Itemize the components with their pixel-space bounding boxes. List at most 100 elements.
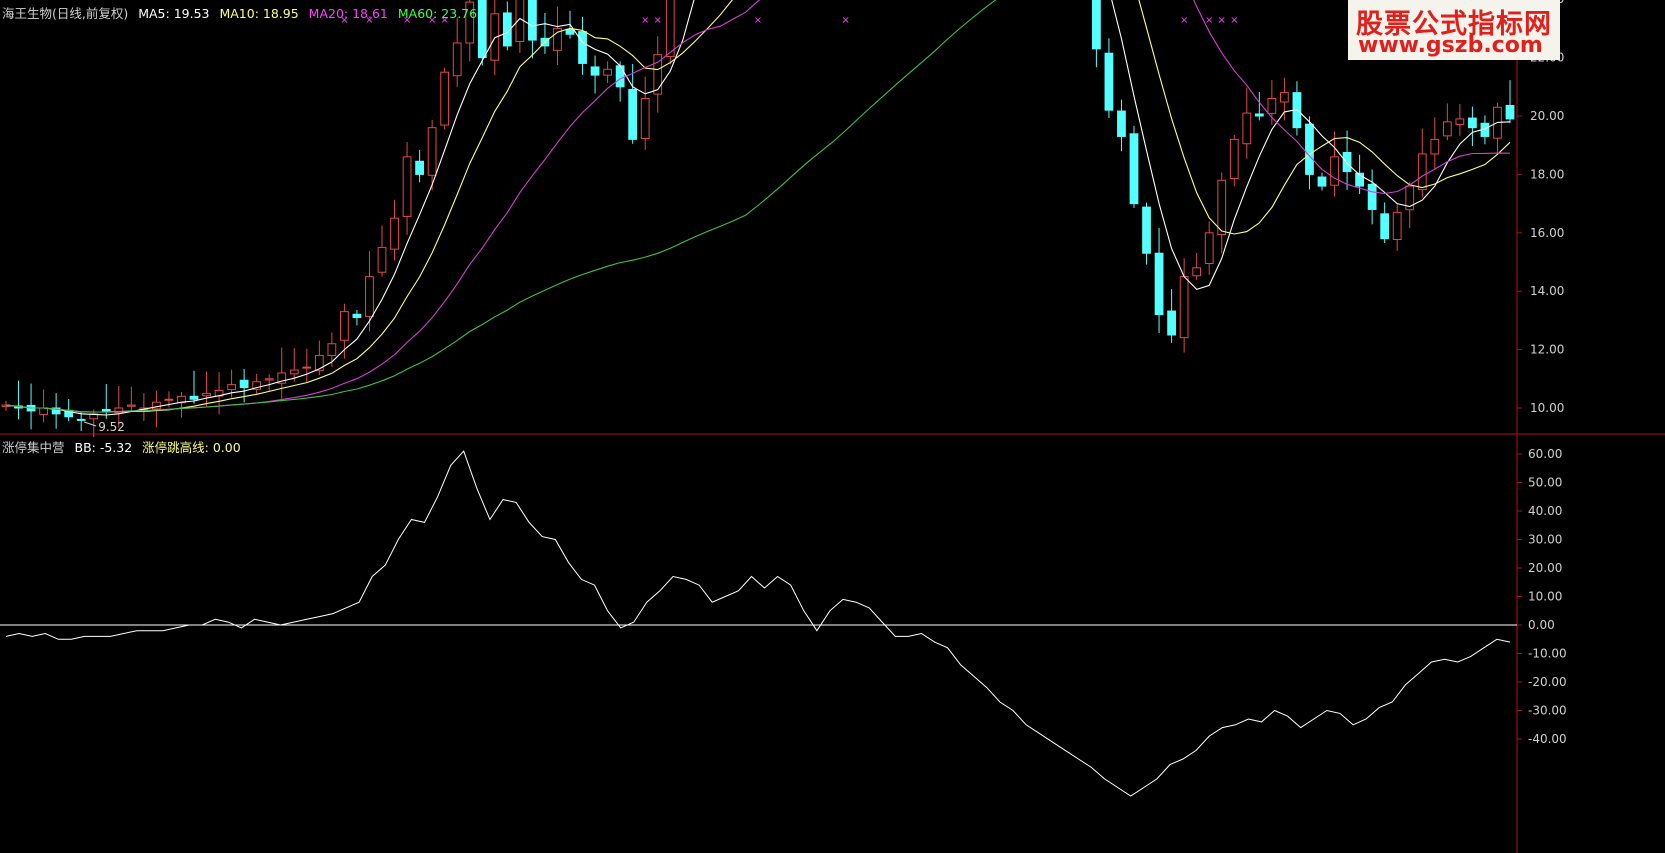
candle[interactable] [26,383,36,430]
candle[interactable] [590,55,600,94]
candle[interactable] [289,348,299,382]
candle[interactable] [628,64,638,144]
candle[interactable] [1179,258,1189,353]
candle[interactable] [640,76,650,150]
candle[interactable] [1167,289,1176,343]
candle[interactable] [1217,172,1227,253]
candle[interactable] [1117,99,1126,152]
candle[interactable] [1392,204,1402,251]
candle[interactable] [1204,221,1214,275]
candle-body [202,392,211,397]
candle-body [1267,97,1277,114]
candle[interactable] [578,16,587,75]
signal-marker: × [754,15,762,26]
candle[interactable] [365,251,374,332]
candle[interactable] [1455,104,1465,136]
candle[interactable] [340,303,349,359]
candle-body [665,0,675,57]
candle[interactable] [1430,117,1440,169]
candle[interactable] [1129,125,1139,208]
candle[interactable] [264,374,274,392]
price-tick-label: 20.00 [1530,109,1564,123]
candle[interactable] [1330,131,1339,197]
candle[interactable] [615,61,625,102]
candle[interactable] [1292,81,1302,136]
candle-body [452,42,462,77]
candle[interactable] [415,149,424,183]
candle[interactable] [502,1,512,51]
candle[interactable] [1317,172,1327,191]
candle[interactable] [1104,38,1114,119]
candle-body [1217,179,1227,236]
candle-body [440,71,450,126]
candle[interactable] [352,309,362,326]
watermark-url: www.gszb.com [1358,33,1543,58]
candle-body [1367,183,1377,210]
price-axis: 10.0012.0014.0016.0018.0020.0022.0024.00… [1517,0,1564,415]
main-legend: 海王生物(日线,前复权) MA5: 19.53 MA10: 18.95 MA20… [2,3,483,21]
candle[interactable] [390,199,399,261]
candle[interactable] [1192,252,1202,281]
candle[interactable] [277,347,287,402]
candle[interactable] [302,348,312,383]
indicator-tick-label: -30.00 [1528,704,1567,718]
candle[interactable] [202,371,211,408]
candle[interactable] [427,119,437,191]
candle[interactable] [1380,202,1390,244]
candle[interactable] [189,370,199,404]
candle-body [340,311,349,341]
signal-marker: × [1180,15,1188,26]
candle[interactable] [1242,87,1252,159]
indicator-name: 涨停集中营 [2,440,65,455]
candle[interactable] [603,61,612,84]
ma20-label: MA20: 18.61 [308,6,388,21]
candle-body [427,127,437,176]
stock-chart[interactable]: 10.0012.0014.0016.0018.0020.0022.0024.00… [0,0,1665,853]
candle-body [640,97,650,139]
candle[interactable] [14,380,23,420]
candle[interactable] [528,0,537,59]
candle[interactable] [39,389,48,423]
candle-body [390,217,399,250]
bb-line [5,450,1511,797]
candle[interactable] [152,390,161,428]
candle[interactable] [540,12,550,54]
site-watermark: 股票公式指标网 www.gszb.com [1348,0,1560,60]
price-tick-label: 10.00 [1530,401,1564,415]
indicator-tick-label: -20.00 [1528,675,1567,689]
candle[interactable] [126,386,136,411]
candle-body [578,31,587,64]
candle[interactable] [139,393,149,421]
signal-marker: × [842,15,850,26]
signal-marker: × [654,15,662,26]
candle[interactable] [1092,0,1101,68]
candle[interactable] [1442,103,1452,141]
candle[interactable] [1505,80,1515,124]
candle-body [1505,104,1515,120]
candle[interactable] [1468,106,1477,147]
candle[interactable] [402,141,412,235]
candle[interactable] [89,409,99,438]
candle[interactable] [177,391,186,418]
candle[interactable] [1280,77,1289,121]
candle[interactable] [214,372,224,415]
candle[interactable] [452,17,462,88]
candle[interactable] [440,67,450,130]
candle[interactable] [101,384,111,419]
candle[interactable] [1142,202,1151,265]
indicator-series[interactable] [0,450,1517,797]
candle-body [1442,121,1452,137]
candle[interactable] [1229,134,1239,187]
candle[interactable] [653,36,663,113]
candle-body [377,246,387,273]
indicator-tick-label: 0.00 [1528,618,1555,632]
candle[interactable] [515,0,525,53]
candle[interactable] [1154,227,1164,333]
candle[interactable] [252,373,262,394]
candle[interactable] [1367,169,1377,225]
candle[interactable] [553,6,562,66]
candle[interactable] [1493,102,1502,154]
candlestick-series[interactable] [1,0,1515,438]
candle[interactable] [377,225,387,277]
candle[interactable] [51,393,61,429]
